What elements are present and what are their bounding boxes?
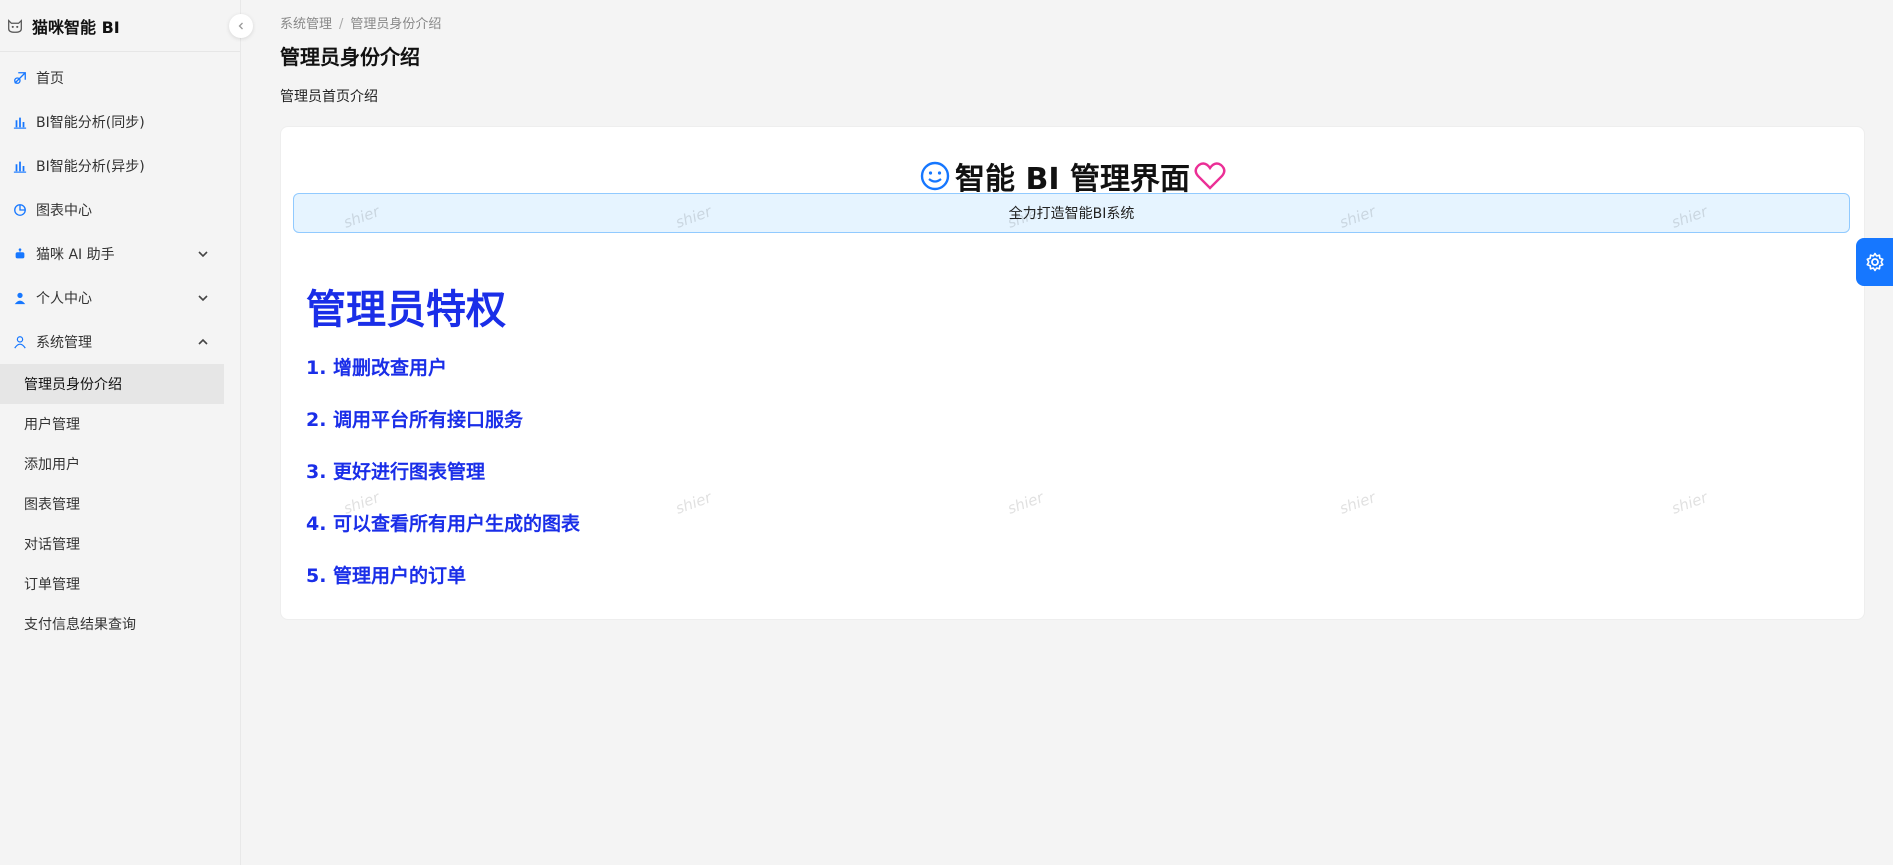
user-outline-icon <box>12 334 28 350</box>
submenu-item-order-management[interactable]: 订单管理 <box>0 564 240 604</box>
sidebar: 猫咪智能 BI 首页 BI智能分析(同步) BI智能分析(异步) 图表中心 猫咪… <box>0 0 241 865</box>
bar-chart-icon <box>12 114 28 130</box>
privilege-title: 管理员特权 <box>306 287 506 333</box>
breadcrumb-item-system-management[interactable]: 系统管理 <box>280 17 332 32</box>
robot-icon <box>12 246 28 262</box>
sidebar-item-label: 系统管理 <box>36 335 92 351</box>
sidebar-item-label: 个人中心 <box>36 291 92 307</box>
privilege-item: 2. 调用平台所有接口服务 <box>306 409 524 431</box>
privilege-item: 5. 管理用户的订单 <box>306 565 467 587</box>
gear-icon <box>1866 252 1883 272</box>
submenu-system-management: 管理员身份介绍 用户管理 添加用户 图表管理 对话管理 订单管理 支付信息结果查… <box>0 364 240 644</box>
home-icon <box>12 70 28 86</box>
page-title: 管理员身份介绍 <box>280 45 420 69</box>
submenu-item-add-user[interactable]: 添加用户 <box>0 444 240 484</box>
sidebar-item-ai-assistant[interactable]: 猫咪 AI 助手 <box>0 232 240 276</box>
sidebar-item-bi-async[interactable]: BI智能分析(异步) <box>0 144 240 188</box>
logo-row[interactable]: 猫咪智能 BI <box>0 0 240 52</box>
sidebar-item-label: BI智能分析(同步) <box>36 115 145 131</box>
privilege-item: 3. 更好进行图表管理 <box>306 461 486 483</box>
sidebar-item-bi-sync[interactable]: BI智能分析(同步) <box>0 100 240 144</box>
info-banner: 全力打造智能BI系统 <box>293 193 1850 233</box>
chevron-left-icon <box>238 22 243 30</box>
sidebar-item-chart-center[interactable]: 图表中心 <box>0 188 240 232</box>
sidebar-collapse-button[interactable] <box>229 14 253 38</box>
user-icon <box>12 290 28 306</box>
submenu-item-admin-intro[interactable]: 管理员身份介绍 <box>0 364 224 404</box>
sidebar-item-home[interactable]: 首页 <box>0 56 240 100</box>
cat-logo-icon <box>8 18 22 33</box>
submenu-item-label: 管理员身份介绍 <box>24 377 122 393</box>
privilege-item: 1. 增删改查用户 <box>306 357 448 379</box>
chevron-down-icon <box>198 295 208 302</box>
submenu-item-label: 对话管理 <box>24 537 80 553</box>
main-content: 系统管理 / 管理员身份介绍 管理员身份介绍 管理员首页介绍 智能 BI 管理界面 … <box>241 0 1893 865</box>
breadcrumb-separator: / <box>339 17 344 32</box>
chevron-up-icon <box>198 338 208 345</box>
sidebar-menu: 首页 BI智能分析(同步) BI智能分析(异步) 图表中心 猫咪 AI 助手 个… <box>0 52 240 644</box>
sidebar-item-label: 猫咪 AI 助手 <box>36 247 115 263</box>
admin-intro-card: 智能 BI 管理界面 全力打造智能BI系统 管理员特权 1. 增删改查用户 2.… <box>280 126 1865 620</box>
sidebar-item-personal-center[interactable]: 个人中心 <box>0 276 240 320</box>
submenu-item-label: 订单管理 <box>24 577 80 593</box>
submenu-item-chart-management[interactable]: 图表管理 <box>0 484 240 524</box>
breadcrumb-item-current: 管理员身份介绍 <box>350 17 442 32</box>
app-root: 猫咪智能 BI 首页 BI智能分析(同步) BI智能分析(异步) 图表中心 猫咪… <box>0 0 1893 865</box>
card-heading-text: 智能 BI 管理界面 <box>955 162 1190 197</box>
privilege-list: 1. 增删改查用户 2. 调用平台所有接口服务 3. 更好进行图表管理 4. 可… <box>306 353 580 613</box>
app-title: 猫咪智能 BI <box>32 17 120 37</box>
privilege-item: 4. 可以查看所有用户生成的图表 <box>306 513 581 535</box>
submenu-item-label: 支付信息结果查询 <box>24 617 136 633</box>
bar-chart-icon <box>12 158 28 174</box>
pie-chart-icon <box>12 202 28 218</box>
submenu-item-dialog-management[interactable]: 对话管理 <box>0 524 240 564</box>
heart-icon <box>1194 162 1226 190</box>
submenu-item-label: 添加用户 <box>24 457 80 473</box>
submenu-item-user-management[interactable]: 用户管理 <box>0 404 240 444</box>
submenu-item-label: 图表管理 <box>24 497 80 513</box>
submenu-item-payment-query[interactable]: 支付信息结果查询 <box>0 604 240 644</box>
sidebar-item-label: 图表中心 <box>36 203 92 219</box>
settings-drawer-button[interactable] <box>1856 238 1893 286</box>
breadcrumb: 系统管理 / 管理员身份介绍 <box>280 13 441 32</box>
page-subtitle: 管理员首页介绍 <box>280 89 378 105</box>
chevron-down-icon <box>198 251 208 258</box>
sidebar-item-label: BI智能分析(异步) <box>36 159 145 175</box>
submenu-item-label: 用户管理 <box>24 417 80 433</box>
card-heading: 智能 BI 管理界面 <box>281 154 1864 198</box>
sidebar-item-label: 首页 <box>36 71 64 87</box>
sidebar-item-system-management[interactable]: 系统管理 <box>0 320 240 364</box>
smile-icon <box>920 161 950 191</box>
